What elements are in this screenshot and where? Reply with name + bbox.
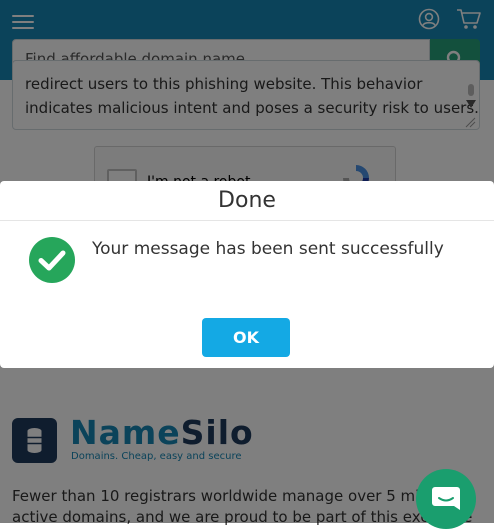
dialog-title: Done <box>218 188 276 213</box>
dialog-message: Your message has been sent successfully <box>92 239 444 259</box>
ok-button[interactable]: OK <box>202 318 290 357</box>
chat-bubble-icon <box>432 487 460 510</box>
success-dialog: Done Your message has been sent successf… <box>0 181 494 368</box>
chat-launcher-button[interactable] <box>416 469 476 529</box>
dialog-divider <box>0 220 494 221</box>
check-circle-icon <box>29 237 75 283</box>
